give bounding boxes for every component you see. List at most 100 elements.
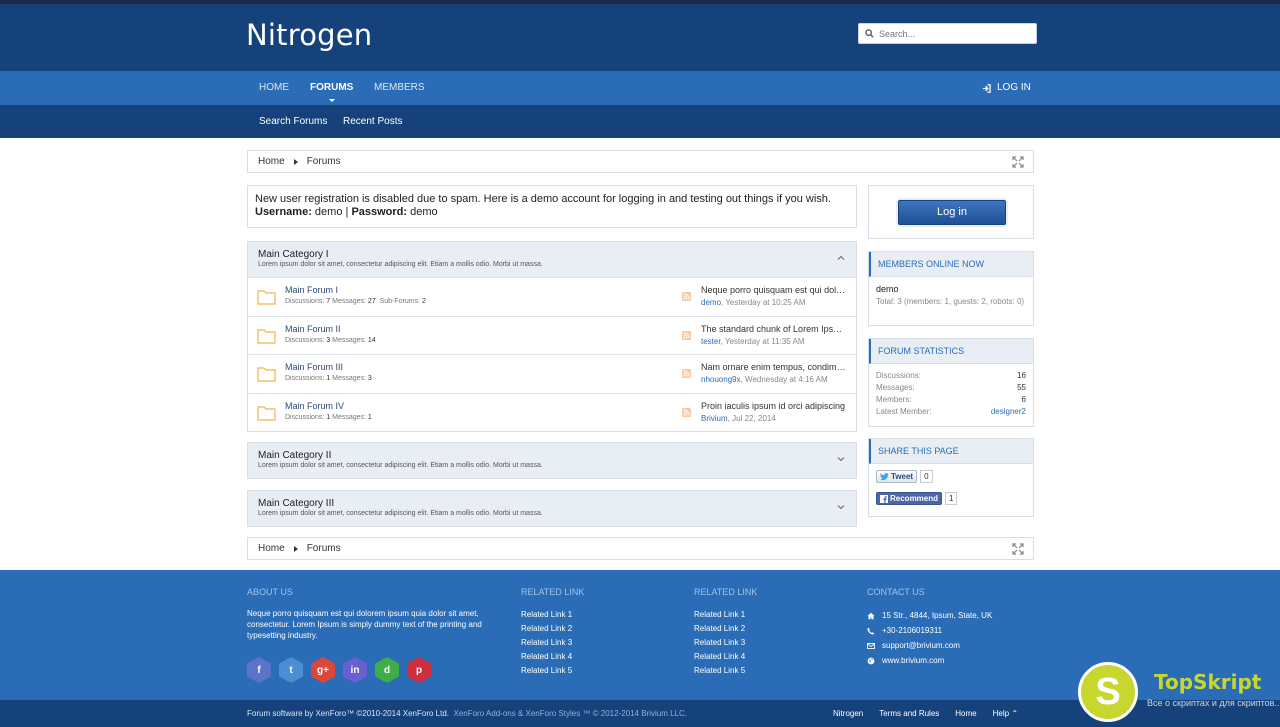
related-link[interactable]: Related Link 1 — [694, 608, 757, 622]
related-link[interactable]: Related Link 2 — [521, 622, 584, 636]
category-header[interactable]: Main Category I Lorem ipsum dolor sit am… — [248, 242, 856, 277]
chevron-down-icon[interactable] — [837, 455, 845, 463]
messages-label: Messages: — [332, 375, 366, 382]
twitter-icon[interactable]: t — [279, 657, 303, 683]
messages-label: Messages: — [332, 298, 366, 305]
contact-email: support@brivium.com — [867, 638, 992, 653]
forum-title[interactable]: Main Forum IV — [285, 401, 344, 411]
login-link[interactable]: LOG IN — [982, 71, 1031, 105]
category-title[interactable]: Main Category III — [258, 498, 846, 509]
related-link[interactable]: Related Link 3 — [521, 636, 584, 650]
last-post-title[interactable]: Neque porro quisquam est qui dolorem ips… — [701, 285, 847, 295]
online-user[interactable]: demo — [876, 284, 1026, 294]
contact-phone-text: +30-2106019311 — [882, 626, 943, 635]
search-box[interactable] — [858, 23, 1037, 44]
twitter-icon — [880, 472, 889, 480]
envelope-icon — [867, 642, 875, 649]
discussions-label: Discussions: — [285, 375, 325, 382]
facebook-icon[interactable]: f — [247, 657, 271, 683]
contact-phone: +30-2106019311 — [867, 623, 992, 638]
rss-icon[interactable] — [682, 292, 691, 301]
breadcrumb-current[interactable]: Forums — [307, 543, 341, 554]
category-header[interactable]: Main Category II Lorem ipsum dolor sit a… — [248, 443, 856, 478]
expand-icon[interactable] — [1012, 543, 1024, 555]
last-post-time: Jul 22, 2014 — [732, 413, 776, 423]
bottom-link-terms[interactable]: Terms and Rules — [879, 700, 939, 727]
rss-icon[interactable] — [682, 407, 691, 417]
last-post-user[interactable]: nhouong9x — [701, 375, 741, 384]
bottom-link-home[interactable]: Home — [955, 700, 976, 727]
breadcrumb-home[interactable]: Home — [258, 543, 285, 554]
bottom-link-help[interactable]: Help ⌃ — [993, 700, 1018, 727]
related-link[interactable]: Related Link 4 — [694, 650, 757, 664]
copyright-text[interactable]: Forum software by XenForo™ ©2010-2014 Xe… — [247, 709, 449, 718]
stat-value: 16 — [1017, 371, 1026, 380]
active-caret-icon — [328, 99, 335, 102]
addons-text[interactable]: XenForo Add-ons & XenForo Styles ™ © 201… — [453, 709, 687, 718]
messages-count: 1 — [367, 413, 372, 421]
category-title[interactable]: Main Category II — [258, 450, 846, 461]
password-value: demo — [410, 206, 438, 218]
tab-home[interactable]: HOME — [259, 71, 289, 105]
online-total: Total: 3 (members: 1, guests: 2, robots:… — [876, 297, 1025, 306]
footer-about-text: Neque porro quisquam est qui dolorem ips… — [247, 609, 482, 640]
latest-member-link[interactable]: designer2 — [991, 406, 1026, 418]
last-post-time: Wednesday at 4:16 AM — [745, 375, 828, 384]
rss-icon[interactable] — [682, 330, 691, 340]
bottom-link-style[interactable]: Nitrogen — [833, 700, 863, 727]
breadcrumb-current[interactable]: Forums — [307, 156, 341, 167]
contact-address: 15 Str., 4844, Ipsum, State, UK — [867, 608, 992, 623]
linkedin-icon[interactable]: in — [343, 657, 367, 683]
related-link[interactable]: Related Link 5 — [521, 664, 584, 678]
phone-icon — [867, 627, 875, 634]
related-link[interactable]: Related Link 1 — [521, 608, 584, 622]
forum-title[interactable]: Main Forum I — [285, 285, 338, 295]
subnav-recent-posts[interactable]: Recent Posts — [343, 105, 402, 138]
last-post-user[interactable]: demo — [701, 298, 721, 307]
last-post-user[interactable]: tester — [701, 337, 721, 346]
tab-members[interactable]: MEMBERS — [374, 71, 425, 105]
subnav-search-forums[interactable]: Search Forums — [259, 105, 327, 138]
deviantart-icon[interactable]: d — [375, 657, 399, 683]
breadcrumb: Home Forums — [247, 150, 1034, 173]
tab-forums[interactable]: FORUMS — [310, 71, 353, 105]
site-logo[interactable]: Nitrogen — [246, 18, 372, 52]
search-input[interactable] — [879, 28, 1029, 39]
related-link[interactable]: Related Link 4 — [521, 650, 584, 664]
folder-icon — [257, 290, 276, 305]
last-post-title[interactable]: Proin iaculis ipsum id orci adipiscing — [701, 401, 847, 411]
discussions-count: 1 — [326, 375, 331, 382]
last-post-user[interactable]: Brivium — [701, 414, 728, 423]
forum-row: Main Forum II Discussions: 3 Messages: 1… — [248, 315, 856, 355]
contact-web-text[interactable]: www.brivium.com — [882, 653, 944, 668]
contact-email-text[interactable]: support@brivium.com — [882, 638, 960, 653]
category-header[interactable]: Main Category III Lorem ipsum dolor sit … — [248, 491, 856, 526]
rss-icon[interactable] — [682, 369, 691, 378]
recommend-button[interactable]: Recommend — [876, 492, 943, 505]
expand-icon[interactable] — [1012, 156, 1024, 168]
login-link-label: LOG IN — [997, 82, 1031, 93]
category-title[interactable]: Main Category I — [258, 249, 846, 260]
forum-title[interactable]: Main Forum III — [285, 362, 343, 372]
last-post-title[interactable]: Nam ornare enim tempus, condimentum — [701, 362, 847, 372]
messages-label: Messages: — [332, 413, 366, 421]
breadcrumb-home[interactable]: Home — [258, 156, 285, 167]
related-link[interactable]: Related Link 3 — [694, 636, 757, 650]
chevron-up-icon[interactable] — [837, 254, 845, 262]
login-button[interactable]: Log in — [898, 200, 1006, 225]
footer-about-title: ABOUT US — [247, 587, 293, 597]
forum-title[interactable]: Main Forum II — [285, 324, 341, 334]
discussions-label: Discussions: — [285, 413, 325, 421]
google-plus-icon[interactable]: g+ — [311, 657, 335, 683]
subforums-count: 2 — [422, 298, 426, 305]
members-online-box: MEMBERS ONLINE NOW demo Total: 3 (member… — [868, 251, 1034, 326]
copyright: Forum software by XenForo™ ©2010-2014 Xe… — [247, 700, 687, 727]
related-link[interactable]: Related Link 5 — [694, 664, 757, 678]
chevron-down-icon[interactable] — [837, 503, 845, 511]
tweet-button[interactable]: Tweet — [876, 470, 918, 483]
pinterest-icon[interactable]: p — [407, 657, 431, 683]
last-post-title[interactable]: The standard chunk of Lorem Ipsum used — [701, 324, 847, 334]
tweet-label: Tweet — [891, 472, 914, 481]
related-link[interactable]: Related Link 2 — [694, 622, 757, 636]
footer-related-title: RELATED LINK — [521, 587, 585, 597]
